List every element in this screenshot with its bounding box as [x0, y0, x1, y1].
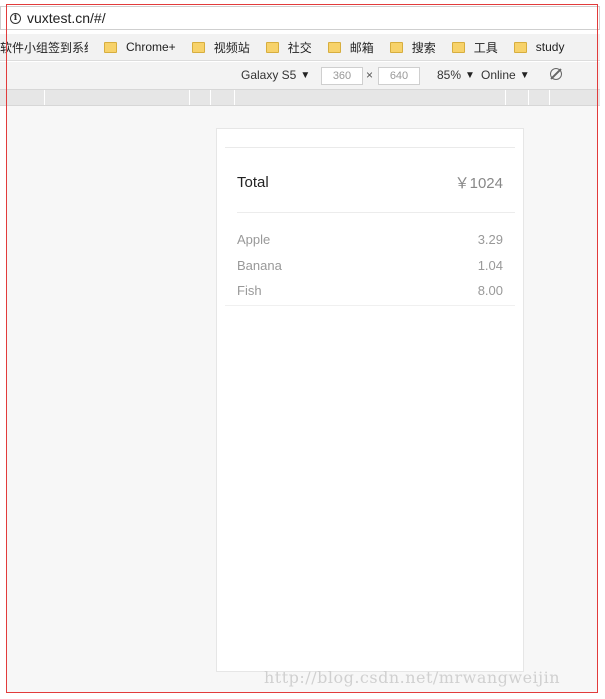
folder-icon [451, 41, 465, 53]
item-list: Apple 3.29 Banana 1.04 Fish 8.00 [237, 227, 503, 304]
divider [225, 147, 515, 148]
total-value: ￥1024 [454, 175, 503, 192]
caret-down-icon: ▼ [519, 69, 530, 81]
bookmark-label: 视频站 [213, 40, 250, 55]
bookmark-folder[interactable]: 视频站 [191, 39, 250, 56]
folder-icon [265, 41, 279, 53]
bookmark-label: study [535, 40, 565, 54]
network-select[interactable]: Online ▼ [481, 68, 530, 82]
width-input[interactable]: 360 [321, 67, 363, 85]
bookmark-label: 社交 [287, 40, 312, 55]
zoom-value: 85% [437, 68, 462, 82]
page-screen: Total ￥1024 Apple 3.29 Banana 1.04 Fish … [216, 128, 524, 672]
bookmark-label: Chrome+ [126, 40, 176, 54]
ruler-tick [189, 90, 190, 105]
item-value: 1.04 [477, 257, 503, 273]
ruler-tick [549, 90, 550, 105]
bookmark-folder[interactable]: 社交 [265, 39, 312, 56]
zoom-select[interactable]: 85% ▼ [437, 68, 475, 82]
bookmark-label: 工具 [473, 40, 498, 55]
item-value: 3.29 [477, 232, 503, 248]
caret-down-icon: ▼ [465, 69, 475, 81]
ruler-tick [528, 90, 529, 105]
list-item: Fish 8.00 [237, 278, 503, 304]
device-toolbar: Galaxy S5 ▼ 360 × 640 85% ▼ Online ▼ [0, 62, 600, 89]
ruler-tick [44, 90, 45, 105]
network-value: Online [481, 68, 516, 82]
bookmarks-bar: 软件小组签到系统 Chrome+ 视频站 社交 邮箱 搜索 工具 study [0, 34, 600, 61]
folder-icon [104, 41, 117, 53]
url-text[interactable]: vuxtest.cn/#/ [27, 10, 106, 26]
divider [225, 305, 515, 306]
bookmark-folder[interactable]: 工具 [451, 39, 498, 56]
item-value: 8.00 [477, 283, 503, 299]
address-bar[interactable]: i vuxtest.cn/#/ [0, 6, 600, 30]
media-query-ruler[interactable] [0, 89, 600, 106]
ruler-tick [210, 90, 211, 105]
bookmark-label: 软件小组签到系统 [0, 40, 88, 55]
times-symbol: × [366, 68, 374, 82]
device-select[interactable]: Galaxy S5 ▼ [241, 68, 310, 82]
item-name: Banana [237, 257, 282, 273]
folder-icon [327, 41, 341, 53]
total-row: Total ￥1024 [237, 172, 503, 193]
bookmark-folder[interactable]: study [513, 40, 565, 54]
info-icon[interactable]: i [10, 12, 21, 24]
bookmark-folder[interactable]: 邮箱 [327, 39, 374, 56]
bookmark-label: 搜索 [411, 40, 436, 55]
folder-icon [513, 41, 527, 53]
bookmark-item[interactable]: Chrome+ [104, 40, 176, 54]
rotate-icon[interactable] [550, 68, 562, 80]
folder-icon [389, 41, 403, 53]
total-label: Total [237, 174, 269, 191]
list-item: Banana 1.04 [237, 253, 503, 279]
item-name: Fish [237, 283, 262, 299]
bookmark-label: 邮箱 [349, 40, 374, 55]
device-viewport: Total ￥1024 Apple 3.29 Banana 1.04 Fish … [7, 106, 597, 692]
divider [237, 212, 515, 213]
folder-icon [191, 41, 205, 53]
item-name: Apple [237, 232, 271, 248]
bookmark-folder[interactable]: 搜索 [389, 39, 436, 56]
ruler-tick [505, 90, 506, 105]
height-input[interactable]: 640 [378, 67, 420, 85]
caret-down-icon: ▼ [300, 69, 311, 81]
device-name: Galaxy S5 [241, 68, 297, 82]
list-item: Apple 3.29 [237, 227, 503, 253]
ruler-tick [234, 90, 235, 105]
bookmark-item[interactable]: 软件小组签到系统 [0, 39, 88, 56]
watermark-text: http://blog.csdn.net/mrwangweijin [264, 668, 561, 687]
